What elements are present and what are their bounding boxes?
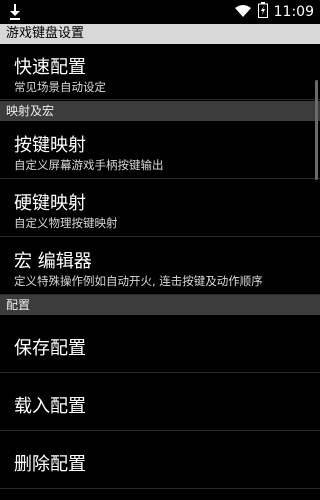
delete-config-title: 删除配置 — [14, 454, 86, 475]
download-icon — [8, 2, 22, 22]
page-title: 游戏键盘设置 — [0, 24, 320, 44]
section-mapping-macro: 映射及宏 — [0, 101, 320, 121]
scrollbar[interactable] — [315, 80, 318, 180]
macro-editor-item[interactable]: 宏 编辑器 定义特殊操作例如自动开火, 连击按键及动作顺序 — [0, 237, 320, 295]
delete-config-item[interactable]: 删除配置 — [0, 431, 320, 489]
section-config: 配置 — [0, 295, 320, 315]
wifi-icon — [234, 3, 252, 22]
hard-key-mapping-item[interactable]: 硬键映射 自定义物理按键映射 — [0, 179, 320, 237]
quick-config-item[interactable]: 快速配置 常见场景自动设定 — [0, 44, 320, 100]
key-mapping-title: 按键映射 — [14, 135, 86, 156]
save-config-title: 保存配置 — [14, 338, 86, 359]
load-config-title: 载入配置 — [14, 396, 86, 417]
quick-config-title: 快速配置 — [14, 57, 86, 78]
load-config-item[interactable]: 载入配置 — [0, 373, 320, 431]
battery-icon — [257, 2, 268, 22]
macro-editor-title: 宏 编辑器 — [14, 251, 92, 272]
key-mapping-item[interactable]: 按键映射 自定义屏幕游戏手柄按键输出 — [0, 121, 320, 179]
hard-key-mapping-subtitle: 自定义物理按键映射 — [14, 216, 118, 230]
save-config-item[interactable]: 保存配置 — [0, 315, 320, 373]
hard-key-mapping-title: 硬键映射 — [14, 193, 86, 214]
key-mapping-subtitle: 自定义屏幕游戏手柄按键输出 — [14, 158, 164, 172]
status-bar: 11:09 — [0, 0, 320, 24]
quick-config-subtitle: 常见场景自动设定 — [14, 80, 106, 94]
macro-editor-subtitle: 定义特殊操作例如自动开火, 连击按键及动作顺序 — [14, 274, 263, 288]
status-time: 11:09 — [273, 4, 314, 20]
